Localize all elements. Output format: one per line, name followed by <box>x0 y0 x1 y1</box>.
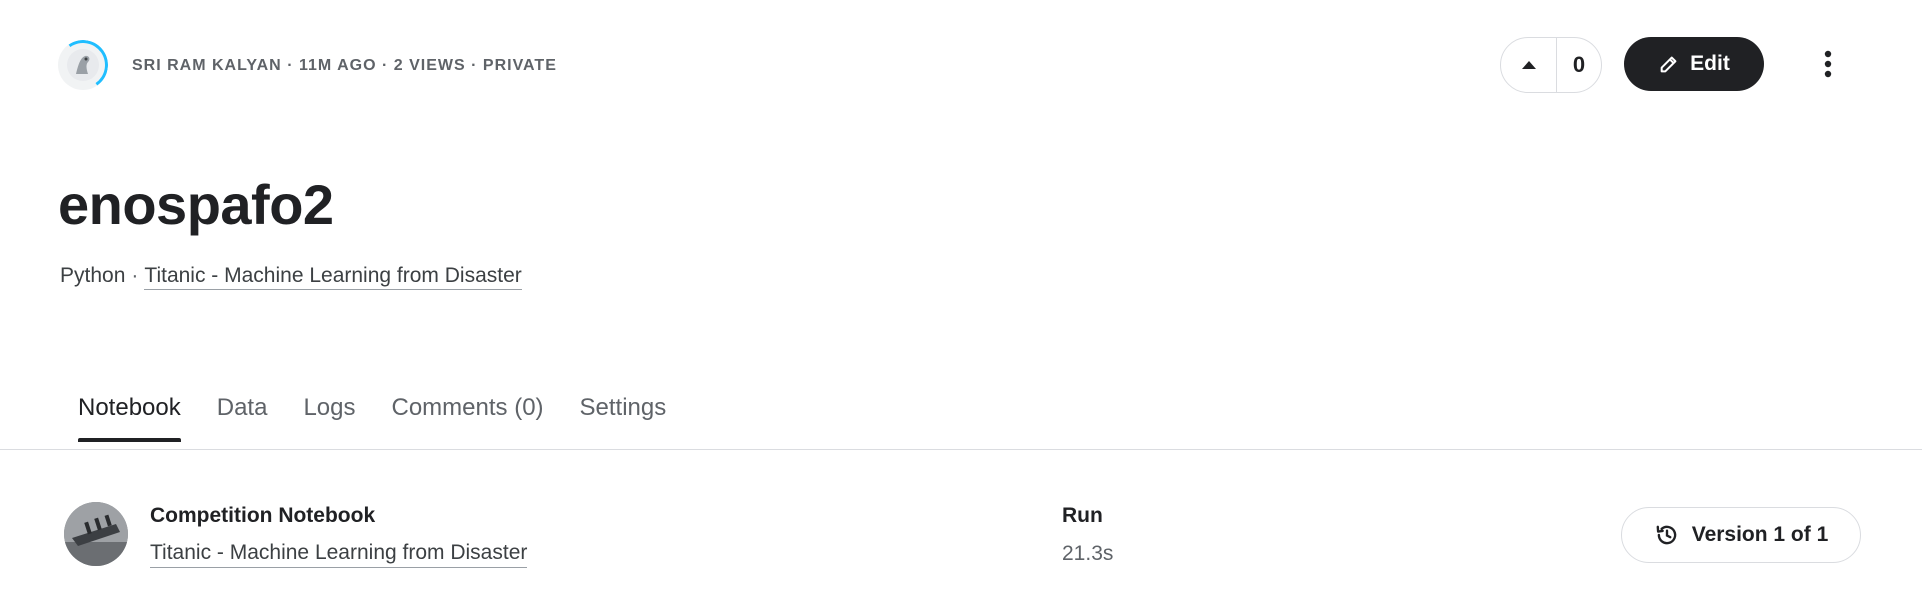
caret-up-icon <box>1521 61 1536 69</box>
notebook-subtitle: Python · Titanic - Machine Learning from D… <box>60 264 522 290</box>
visibility-label: PRIVATE <box>482 57 557 74</box>
tab-notebook[interactable]: Notebook <box>78 394 181 442</box>
competition-thumbnail[interactable] <box>64 502 128 566</box>
language-label: Python <box>60 264 126 287</box>
avatar-image-icon <box>67 49 99 81</box>
competition-link-secondary[interactable]: Titanic - Machine Learning from Disaster <box>150 541 528 568</box>
notebook-title: enospafo2 <box>58 173 334 236</box>
tab-data[interactable]: Data <box>217 394 268 440</box>
tab-logs[interactable]: Logs <box>303 394 355 440</box>
view-count: 2 VIEWS <box>393 57 466 74</box>
notebook-type-label: Competition Notebook <box>150 504 376 527</box>
tab-settings[interactable]: Settings <box>580 394 667 440</box>
edit-button[interactable]: Edit <box>1624 37 1764 91</box>
version-label: Version 1 of 1 <box>1691 523 1829 546</box>
upvote-button[interactable] <box>1501 38 1557 92</box>
pencil-icon <box>1660 56 1677 73</box>
run-label: Run <box>1062 504 1103 527</box>
notebook-header: SRI RAM KALYAN · 11M AGO · 2 VIEWS · PRI… <box>0 0 1922 130</box>
edit-button-label: Edit <box>1690 52 1730 75</box>
tabs-divider <box>0 449 1922 450</box>
notebook-tabs: Notebook Data Logs Comments (0) Settings <box>78 394 667 442</box>
notebook-meta: SRI RAM KALYAN · 11M AGO · 2 VIEWS · PRI… <box>132 57 557 74</box>
author-name[interactable]: SRI RAM KALYAN <box>132 57 282 74</box>
history-icon <box>1656 525 1677 545</box>
time-ago: 11M AGO <box>298 57 377 74</box>
version-button[interactable]: Version 1 of 1 <box>1621 507 1861 563</box>
more-options-button[interactable] <box>1808 44 1848 84</box>
vote-count: 0 <box>1572 52 1586 77</box>
ship-image-icon <box>64 502 128 566</box>
vote-widget: 0 <box>1500 37 1602 93</box>
tab-comments[interactable]: Comments (0) <box>392 394 544 440</box>
more-vertical-icon <box>1824 50 1832 78</box>
competition-link[interactable]: Titanic - Machine Learning from Disaster <box>144 264 522 290</box>
run-duration: 21.3s <box>1062 542 1114 565</box>
author-avatar[interactable] <box>58 40 108 90</box>
